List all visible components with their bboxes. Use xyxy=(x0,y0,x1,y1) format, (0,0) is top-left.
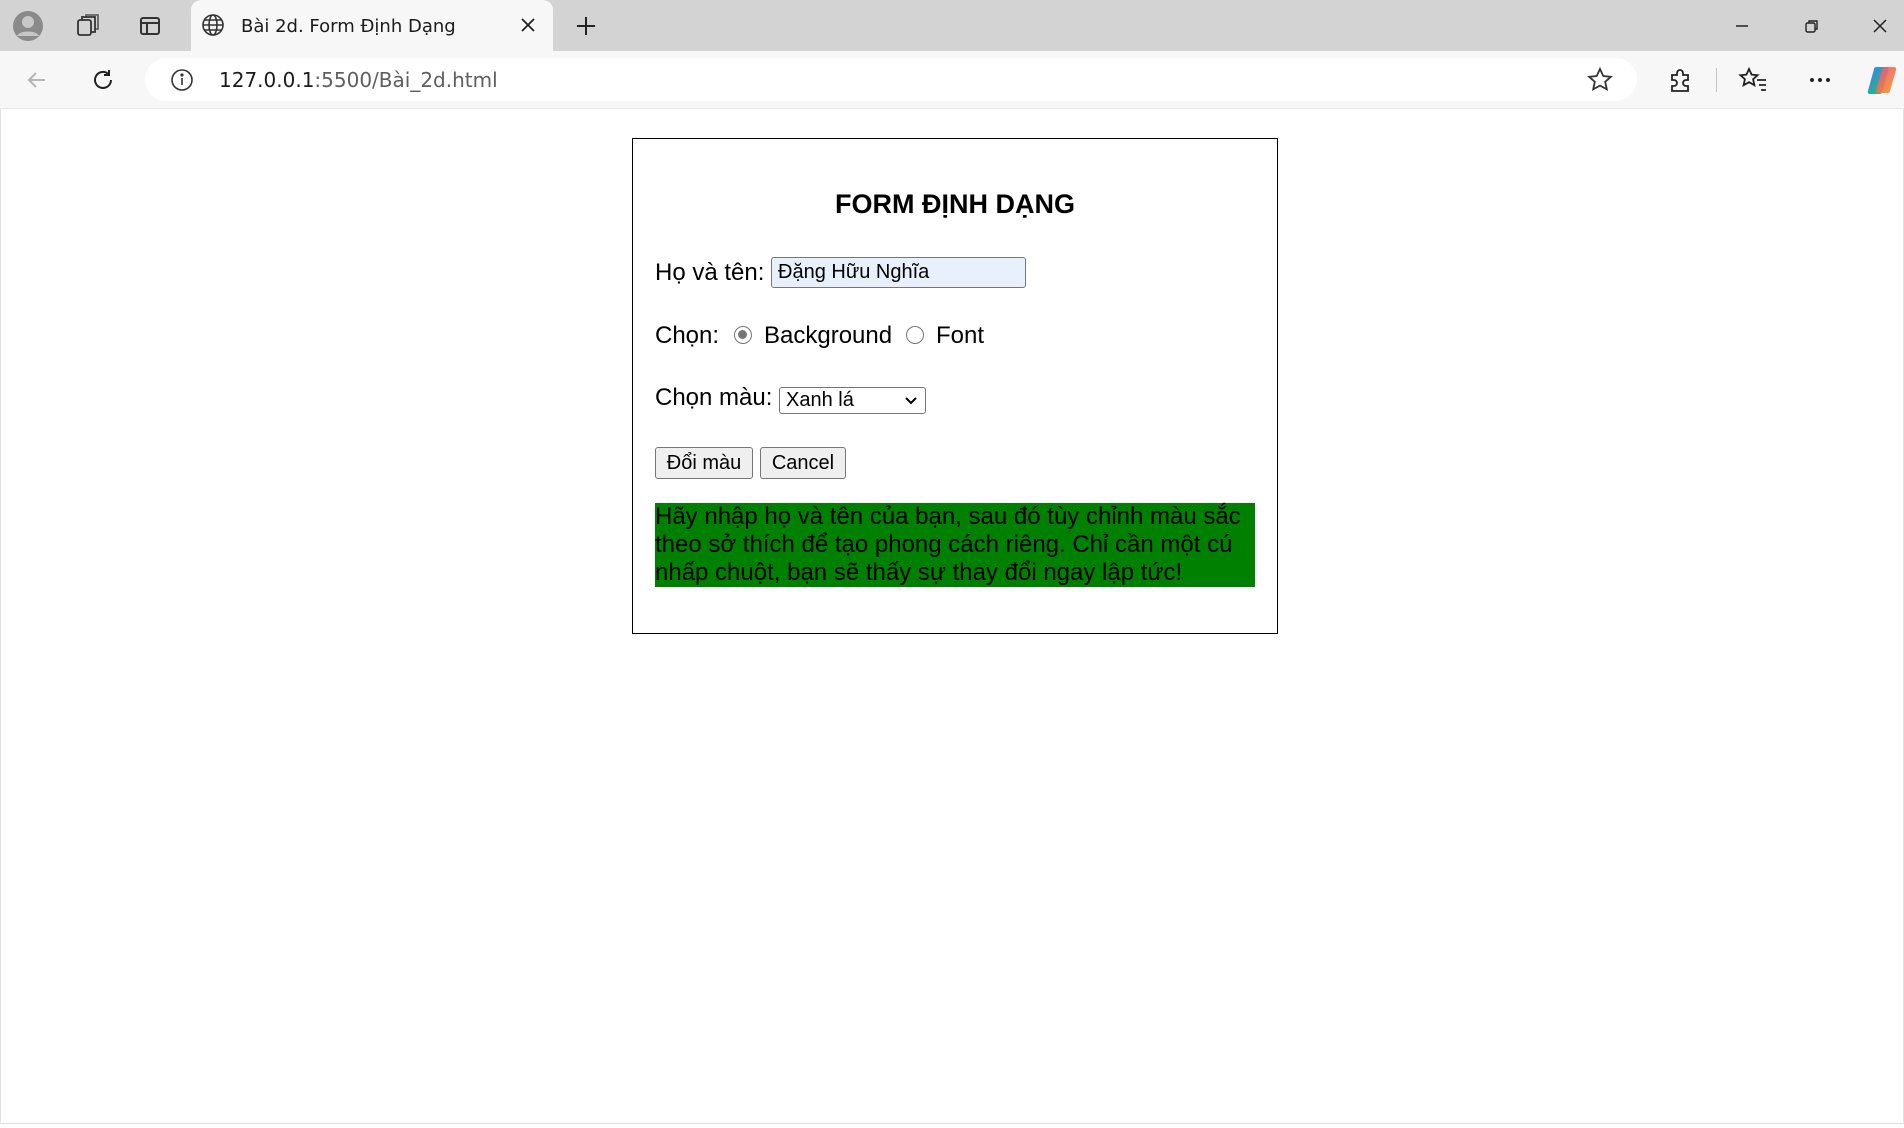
color-label: Chọn màu: xyxy=(655,384,773,411)
url-host: 127.0.0.1 xyxy=(219,68,315,92)
tab-strip: Bài 2d. Form Định Dạng xyxy=(0,0,1904,51)
restore-button[interactable] xyxy=(1794,10,1830,42)
close-tab-icon[interactable] xyxy=(519,16,537,39)
radio-background-label[interactable]: Background xyxy=(764,322,892,350)
back-button[interactable] xyxy=(18,61,56,99)
workspaces-icon[interactable] xyxy=(70,8,106,44)
profile-icon[interactable] xyxy=(10,8,46,44)
active-tab[interactable]: Bài 2d. Form Định Dạng xyxy=(191,0,553,51)
chevron-down-icon xyxy=(903,392,919,415)
back-arrow-icon xyxy=(27,72,45,88)
radio-font-label[interactable]: Font xyxy=(936,322,984,350)
tab-title: Bài 2d. Form Định Dạng xyxy=(241,16,456,37)
favorites-icon[interactable] xyxy=(1738,66,1768,99)
refresh-icon xyxy=(94,70,112,89)
color-select-value: Xanh lá xyxy=(786,389,854,411)
minimize-button[interactable] xyxy=(1724,10,1760,42)
plus-icon xyxy=(577,17,595,35)
copilot-icon[interactable] xyxy=(1864,62,1900,103)
minimize-icon xyxy=(1736,25,1748,27)
note-text: Hãy nhập họ và tên của bạn, sau đó tùy c… xyxy=(655,503,1255,587)
new-tab-button[interactable] xyxy=(568,8,604,44)
more-icon[interactable] xyxy=(1806,66,1834,99)
choose-label: Chọn: xyxy=(655,322,720,349)
change-color-button[interactable]: Đổi màu xyxy=(655,447,753,479)
info-icon[interactable] xyxy=(170,68,194,97)
radio-background[interactable] xyxy=(734,326,752,344)
cancel-button[interactable]: Cancel xyxy=(760,447,846,479)
form-title: FORM ĐỊNH DẠNG xyxy=(835,189,1075,219)
format-form: FORM ĐỊNH DẠNG Họ và tên: Chọn: Backgrou… xyxy=(632,138,1278,634)
close-window-button[interactable] xyxy=(1862,10,1898,42)
restore-icon xyxy=(1805,20,1818,33)
tab-actions-icon[interactable] xyxy=(132,8,168,44)
refresh-button[interactable] xyxy=(84,61,122,99)
url-path: :5500/Bài_2d.html xyxy=(314,68,498,92)
globe-icon xyxy=(201,13,225,42)
puzzle-icon[interactable] xyxy=(1666,66,1694,99)
name-input[interactable] xyxy=(771,257,1026,288)
toolbar-divider xyxy=(1716,68,1717,92)
close-icon xyxy=(1873,19,1887,33)
radio-font[interactable] xyxy=(906,326,924,344)
star-icon[interactable] xyxy=(1586,66,1614,99)
color-select[interactable]: Xanh lá xyxy=(779,387,926,414)
url-text[interactable]: 127.0.0.1:5500/Bài_2d.html xyxy=(219,68,498,92)
name-label: Họ và tên: xyxy=(655,259,765,286)
